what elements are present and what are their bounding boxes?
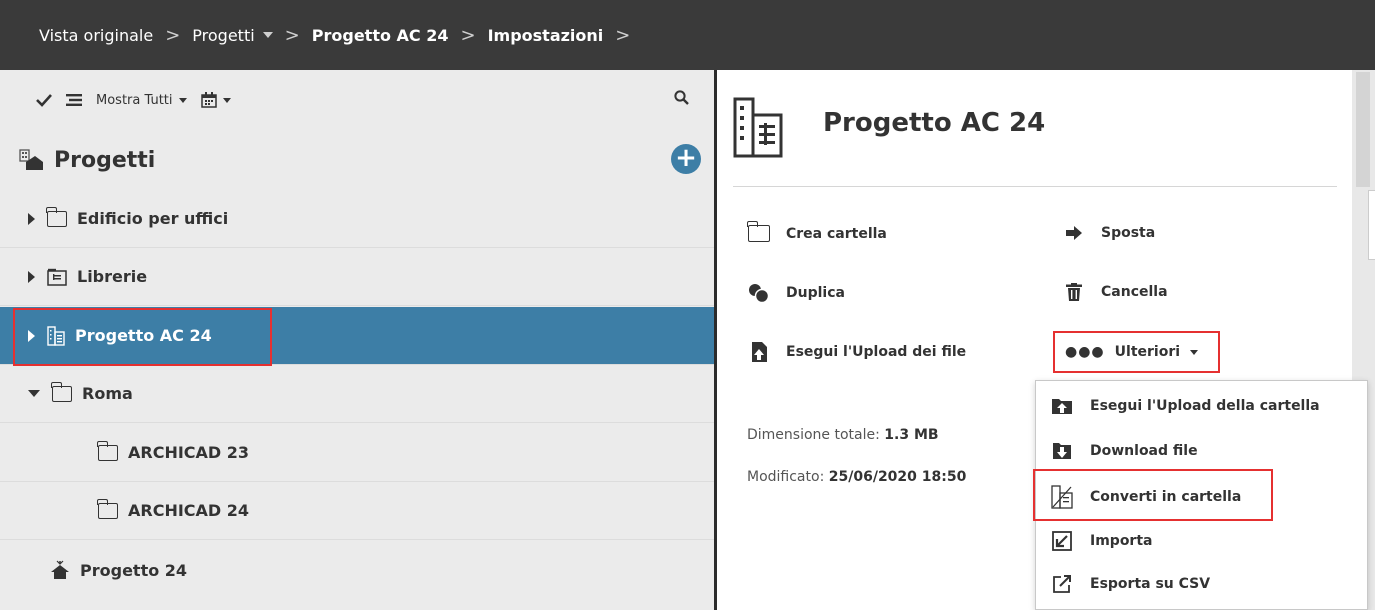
move-label: Sposta xyxy=(1101,225,1156,241)
folder-icon xyxy=(97,440,118,461)
menu-item-label: Esegui l'Upload della cartella xyxy=(1090,398,1320,414)
check-icon[interactable] xyxy=(36,93,52,107)
upload-files-label: Esegui l'Upload dei file xyxy=(786,344,967,360)
tree-row-label: Roma xyxy=(82,384,133,403)
tree-row-librerie[interactable]: Librerie xyxy=(0,248,714,306)
folder-icon xyxy=(46,206,67,227)
filter-label: Mostra Tutti xyxy=(96,92,173,108)
chevron-down-icon xyxy=(1190,349,1199,355)
calendar-dropdown[interactable] xyxy=(200,92,231,108)
modified-label: Modificato: xyxy=(747,469,825,485)
expand-icon[interactable] xyxy=(28,212,35,225)
duplicate-label: Duplica xyxy=(786,285,845,301)
total-size: Dimensione totale: 1.3 MB xyxy=(747,427,939,443)
breadcrumb-separator: > xyxy=(460,24,476,46)
menu-item-export-csv[interactable]: Esporta su CSV xyxy=(1050,574,1210,594)
breadcrumb-progetto-ac24[interactable]: Progetto AC 24 xyxy=(312,26,449,45)
tree-row-label: Librerie xyxy=(77,267,148,286)
edge-panel xyxy=(1368,190,1375,260)
chevron-down-icon xyxy=(222,97,231,103)
highlight-box xyxy=(1033,469,1273,521)
projects-header: Progetti xyxy=(0,130,714,190)
arrow-right-icon xyxy=(1063,226,1085,240)
total-size-label: Dimensione totale: xyxy=(747,427,880,443)
more-icon: ●●● xyxy=(1065,344,1105,360)
export-icon xyxy=(1050,574,1074,594)
breadcrumb-separator: > xyxy=(284,24,300,46)
tree-toolbar: Mostra Tutti xyxy=(0,70,714,130)
tree-row-label: ARCHICAD 23 xyxy=(128,443,250,462)
list-icon[interactable] xyxy=(66,94,82,106)
projects-title: Progetti xyxy=(54,147,156,173)
tree-row-label: Edificio per uffici xyxy=(77,209,229,228)
folder-icon xyxy=(97,498,118,519)
tree-row-label: Progetto 24 xyxy=(80,560,188,580)
more-button[interactable]: ●●● Ulteriori xyxy=(1053,331,1220,373)
chevron-down-icon[interactable] xyxy=(262,32,273,38)
menu-item-import[interactable]: Importa xyxy=(1050,531,1152,551)
project-building-icon xyxy=(733,97,785,159)
calendar-icon xyxy=(200,92,217,108)
breadcrumb-impostazioni[interactable]: Impostazioni xyxy=(488,26,604,45)
menu-item-upload-folder[interactable]: Esegui l'Upload della cartella xyxy=(1050,397,1320,415)
breadcrumb-separator: > xyxy=(615,24,631,46)
upload-files-button[interactable]: Esegui l'Upload dei file xyxy=(748,341,966,363)
tree-row-archicad23[interactable]: ARCHICAD 23 xyxy=(0,424,714,482)
tree-row-label: ARCHICAD 24 xyxy=(128,501,250,520)
duplicate-button[interactable]: Duplica xyxy=(748,283,845,303)
modified-date: Modificato: 25/06/2020 18:50 xyxy=(747,469,966,485)
scrollbar-thumb[interactable] xyxy=(1356,72,1370,187)
move-button[interactable]: Sposta xyxy=(1063,225,1155,241)
menu-item-download[interactable]: Download file xyxy=(1050,441,1198,461)
collapse-icon[interactable] xyxy=(28,390,40,397)
folder-icon xyxy=(51,381,72,402)
duplicate-icon xyxy=(748,283,770,303)
menu-item-label: Download file xyxy=(1090,443,1198,459)
breadcrumb: Vista originale > Progetti > Progetto AC… xyxy=(0,0,1375,70)
library-icon xyxy=(47,268,67,286)
highlight-box xyxy=(13,308,272,366)
projects-icon xyxy=(18,148,44,172)
upload-file-icon xyxy=(748,341,770,363)
expand-icon[interactable] xyxy=(28,270,35,283)
chevron-down-icon xyxy=(178,97,187,103)
modified-value: 25/06/2020 18:50 xyxy=(828,469,967,485)
tree-row-edificio[interactable]: Edificio per uffici xyxy=(0,190,714,248)
filter-dropdown[interactable]: Mostra Tutti xyxy=(96,93,187,108)
trash-icon xyxy=(1063,283,1085,301)
delete-button[interactable]: Cancella xyxy=(1063,283,1168,301)
tree-row-roma[interactable]: Roma xyxy=(0,365,714,423)
breadcrumb-progetti[interactable]: Progetti xyxy=(192,26,254,45)
house-icon xyxy=(50,560,70,580)
delete-label: Cancella xyxy=(1101,284,1168,300)
search-icon[interactable] xyxy=(674,90,689,109)
menu-item-label: Esporta su CSV xyxy=(1090,576,1211,592)
tree-row-archicad24[interactable]: ARCHICAD 24 xyxy=(0,482,714,540)
breadcrumb-separator: > xyxy=(165,24,181,46)
breadcrumb-vista-originale[interactable]: Vista originale xyxy=(39,26,153,45)
more-label: Ulteriori xyxy=(1114,344,1181,360)
page-title: Progetto AC 24 xyxy=(823,108,1046,138)
menu-item-label: Importa xyxy=(1090,533,1153,549)
download-icon xyxy=(1050,441,1074,461)
total-size-value: 1.3 MB xyxy=(884,427,939,443)
tree-row-progetto24[interactable]: Progetto 24 xyxy=(0,541,714,599)
divider xyxy=(733,186,1337,187)
import-icon xyxy=(1050,531,1074,551)
create-folder-button[interactable]: Crea cartella xyxy=(747,221,887,242)
create-folder-label: Crea cartella xyxy=(786,225,887,242)
add-project-button[interactable]: + xyxy=(671,144,701,174)
folder-icon xyxy=(747,221,770,242)
upload-folder-icon xyxy=(1050,397,1074,415)
